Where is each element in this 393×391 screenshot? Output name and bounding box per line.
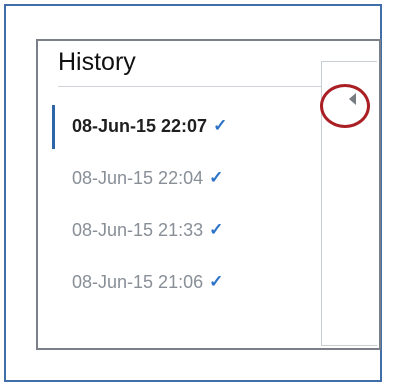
screenshot-frame: History 08-Jun-15 22:07 ✓ 08-Jun-15 22:0… (4, 4, 382, 382)
history-item-label: 08-Jun-15 22:07 (72, 115, 208, 136)
history-item[interactable]: 08-Jun-15 22:04 ✓ (52, 152, 302, 204)
active-indicator (52, 105, 55, 149)
history-item-label: 08-Jun-15 21:06 (72, 271, 204, 292)
check-icon: ✓ (213, 115, 228, 135)
history-list: 08-Jun-15 22:07 ✓ 08-Jun-15 22:04 ✓ 08-J… (52, 100, 302, 308)
check-icon: ✓ (209, 271, 224, 291)
collapse-left-icon (349, 93, 356, 105)
check-icon: ✓ (209, 167, 224, 187)
history-item[interactable]: 08-Jun-15 21:33 ✓ (52, 204, 302, 256)
history-item-label: 08-Jun-15 21:33 (72, 219, 204, 240)
history-item[interactable]: 08-Jun-15 21:06 ✓ (52, 256, 302, 308)
history-panel: History 08-Jun-15 22:07 ✓ 08-Jun-15 22:0… (36, 39, 381, 350)
history-item-label: 08-Jun-15 22:04 (72, 167, 204, 188)
panel-title: History (58, 48, 136, 76)
collapse-panel-button[interactable] (343, 89, 363, 109)
check-icon: ✓ (209, 219, 224, 239)
history-item[interactable]: 08-Jun-15 22:07 ✓ (52, 100, 302, 152)
title-divider (58, 86, 324, 87)
